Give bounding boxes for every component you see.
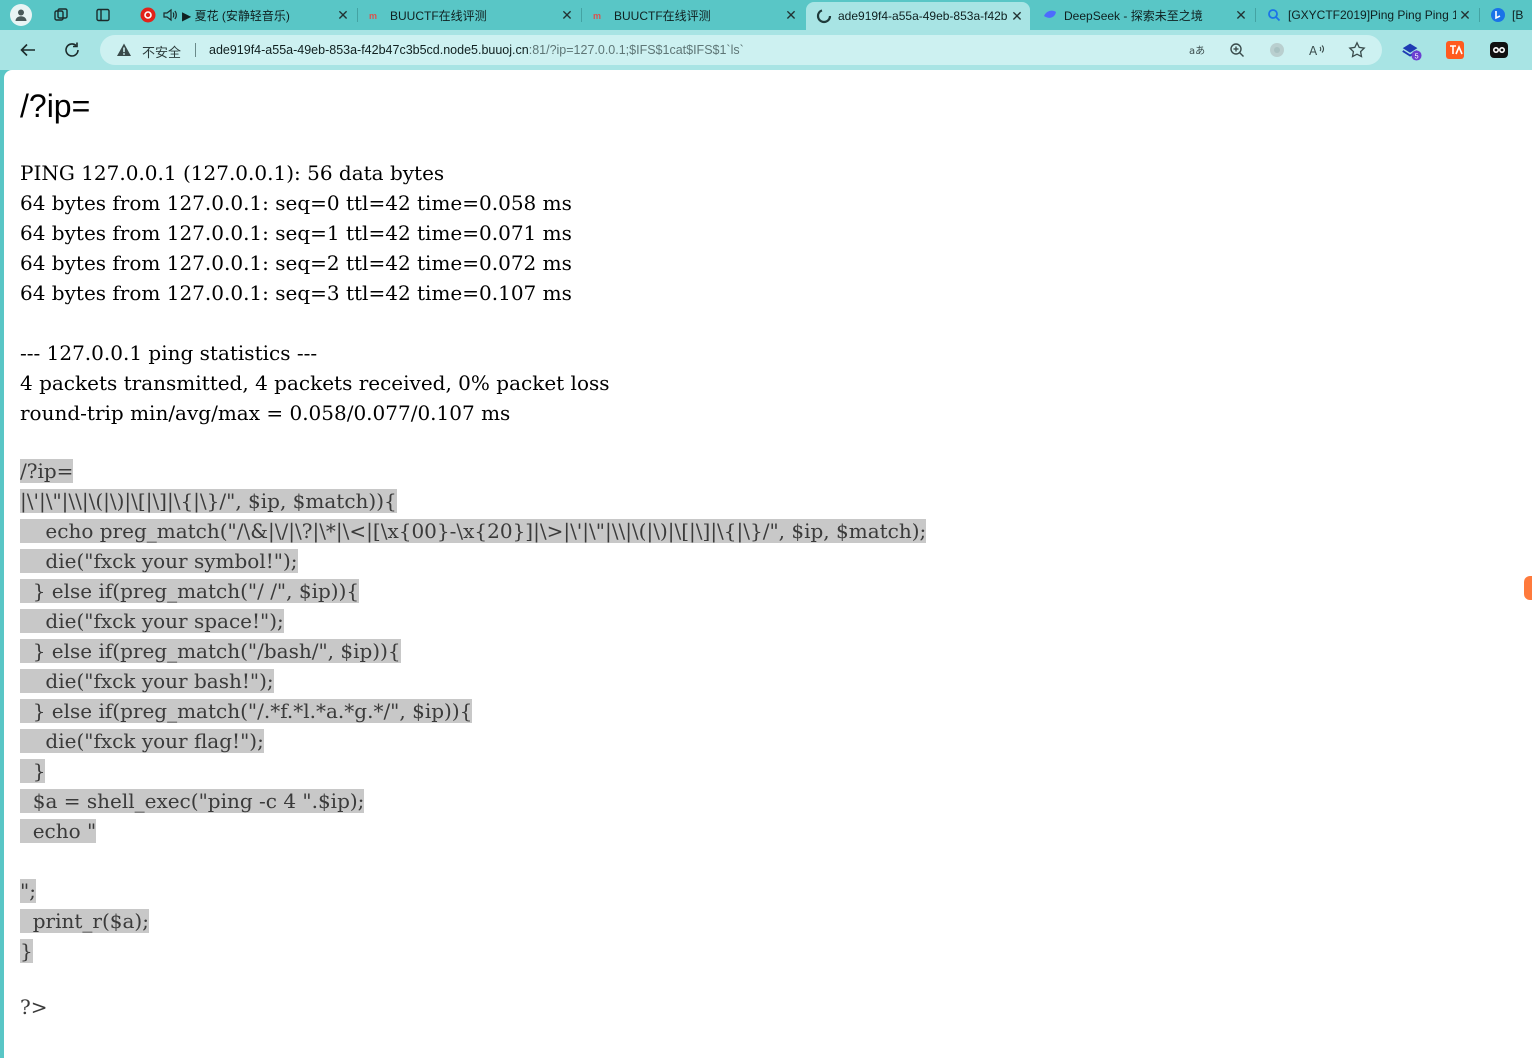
- search-icon: [1266, 7, 1282, 23]
- close-tab-icon[interactable]: ✕: [1008, 8, 1026, 25]
- translator-extension-button[interactable]: [1444, 39, 1466, 61]
- code-line: }: [20, 939, 33, 963]
- php-source-selection[interactable]: /?ip= |\'|\"|\\|\(|\)|\[|\]|\{|\}/", $ip…: [20, 456, 927, 966]
- ping-line: 64 bytes from 127.0.0.1: seq=3 ttl=42 ti…: [20, 281, 572, 305]
- close-tab-icon[interactable]: ✕: [1456, 7, 1474, 24]
- ping-line: 64 bytes from 127.0.0.1: seq=1 ttl=42 ti…: [20, 221, 572, 245]
- tab-buuctf-2[interactable]: m BUUCTF在线评测 ✕: [582, 2, 804, 28]
- buuctf-icon: m: [368, 7, 384, 23]
- tab-label: DeepSeek - 探索未至之境: [1064, 8, 1203, 23]
- reload-button[interactable]: [60, 38, 84, 62]
- close-tab-icon[interactable]: ✕: [1232, 7, 1250, 24]
- workspaces-button[interactable]: [50, 4, 72, 26]
- code-line: /?ip=: [20, 459, 74, 483]
- read-aloud-icon[interactable]: A: [1308, 41, 1326, 59]
- code-line: $a = shell_exec("ping -c 4 ".$ip);: [20, 789, 365, 813]
- code-line: print_r($a);: [20, 909, 149, 933]
- page-viewport: /?ip= PING 127.0.0.1 (127.0.0.1): 56 dat…: [4, 70, 1532, 1058]
- translate-icon[interactable]: aあ: [1188, 41, 1206, 59]
- close-tab-icon[interactable]: ✕: [334, 7, 352, 24]
- ping-output: PING 127.0.0.1 (127.0.0.1): 56 data byte…: [20, 158, 610, 428]
- favorite-star-icon[interactable]: [1348, 41, 1366, 59]
- warning-icon[interactable]: [116, 42, 132, 58]
- code-line: |\'|\"|\\|\(|\)|\[|\]|\{|\}/", $ip, $mat…: [20, 489, 397, 513]
- translator-extension-icon: [1446, 41, 1464, 59]
- edge-loading-icon: [816, 8, 832, 24]
- ping-line: PING 127.0.0.1 (127.0.0.1): 56 data byte…: [20, 161, 445, 185]
- tab-buuctf-1[interactable]: m BUUCTF在线评测 ✕: [358, 2, 580, 28]
- extension-stack-button[interactable]: 5: [1400, 39, 1422, 61]
- url-text[interactable]: ade919f4-a55a-49eb-853a-f42b47c3b5cd.nod…: [209, 43, 744, 57]
- deepseek-icon: [1042, 7, 1058, 23]
- tab-strip: ▶ 夏花 (安静轻音乐) ✕ m BUUCTF在线评测 ✕ m BUUCTF在线…: [0, 0, 1532, 30]
- ping-line: 4 packets transmitted, 4 packets receive…: [20, 371, 610, 395]
- code-line: die("fxck your flag!");: [20, 729, 264, 753]
- tab-active-challenge[interactable]: ade919f4-a55a-49eb-853a-f42b ✕: [806, 2, 1030, 30]
- back-button[interactable]: [16, 38, 40, 62]
- extension-badge-count: 5: [1414, 51, 1418, 60]
- code-line: } else if(preg_match("/bash/", $ip)){: [20, 639, 401, 663]
- vertical-tabs-icon: [96, 8, 110, 22]
- tab-label: [B: [1512, 8, 1524, 22]
- code-line: echo preg_match("/\&|\/|\?|\*|\<|[\x{00}…: [20, 519, 927, 543]
- tab-label: BUUCTF在线评测: [614, 8, 711, 23]
- tab-deepseek[interactable]: DeepSeek - 探索未至之境 ✕: [1032, 2, 1254, 28]
- code-line: } else if(preg_match("/ /", $ip)){: [20, 579, 360, 603]
- speaker-icon[interactable]: [162, 7, 178, 23]
- ping-line: --- 127.0.0.1 ping statistics ---: [20, 341, 318, 365]
- sunglasses-extension-icon: [1490, 42, 1508, 58]
- tab-label: ▶ 夏花 (安静轻音乐): [182, 8, 290, 23]
- close-tab-icon[interactable]: ✕: [558, 7, 576, 24]
- tab-label: [GXYCTF2019]Ping Ping Ping 1: [1288, 8, 1456, 22]
- tab-bing[interactable]: [B: [1480, 2, 1532, 28]
- code-line: die("fxck your bash!");: [20, 669, 274, 693]
- sidebar-toggle-handle[interactable]: [1524, 576, 1532, 600]
- url-path: :81/?ip=127.0.0.1;$IFS$1cat$IFS$1`ls`: [528, 43, 744, 57]
- close-tab-icon[interactable]: ✕: [782, 7, 800, 24]
- address-bar[interactable]: 不安全 ade919f4-a55a-49eb-853a-f42b47c3b5cd…: [100, 35, 1382, 65]
- ping-line: round-trip min/avg/max = 0.058/0.077/0.1…: [20, 401, 511, 425]
- code-line: } else if(preg_match("/.*f.*l.*a.*g.*/",…: [20, 699, 473, 723]
- tab-label: BUUCTF在线评测: [390, 8, 487, 23]
- profile-avatar[interactable]: [10, 4, 32, 26]
- php-close-tag: ?>: [20, 995, 48, 1019]
- code-line: die("fxck your symbol!");: [20, 549, 298, 573]
- workspaces-icon: [54, 8, 68, 21]
- tab-music[interactable]: ▶ 夏花 (安静轻音乐) ✕: [130, 2, 356, 28]
- ping-line: 64 bytes from 127.0.0.1: seq=2 ttl=42 ti…: [20, 251, 572, 275]
- code-line: echo ": [20, 819, 97, 843]
- code-line: }: [20, 759, 46, 783]
- security-status-label[interactable]: 不安全: [142, 42, 181, 61]
- arrow-left-icon: [20, 43, 35, 57]
- extension-disabled-icon[interactable]: [1268, 41, 1286, 59]
- ping-line: 64 bytes from 127.0.0.1: seq=0 ttl=42 ti…: [20, 191, 572, 215]
- svg-text:aあ: aあ: [1189, 45, 1205, 57]
- svg-text:m: m: [593, 11, 601, 21]
- netease-music-icon: [140, 7, 156, 23]
- page-heading: /?ip=: [20, 88, 91, 124]
- address-divider: [195, 43, 196, 57]
- svg-text:A: A: [1309, 44, 1318, 58]
- browser-toolbar: 不安全 ade919f4-a55a-49eb-853a-f42b47c3b5cd…: [0, 30, 1532, 70]
- code-line: die("fxck your space!");: [20, 609, 284, 633]
- user-icon: [15, 9, 27, 21]
- code-line: ";: [20, 879, 36, 903]
- sunglasses-extension-button[interactable]: [1488, 39, 1510, 61]
- svg-text:m: m: [369, 11, 377, 21]
- tab-label: ade919f4-a55a-49eb-853a-f42b: [838, 9, 1008, 23]
- extension-stack-icon: 5: [1402, 43, 1422, 61]
- bing-icon: [1490, 7, 1506, 23]
- reload-icon: [65, 42, 79, 57]
- zoom-icon[interactable]: [1228, 41, 1246, 59]
- url-host: ade919f4-a55a-49eb-853a-f42b47c3b5cd.nod…: [209, 43, 529, 57]
- tab-search-ping[interactable]: [GXYCTF2019]Ping Ping Ping 1 ✕: [1256, 2, 1478, 28]
- buuctf-icon: m: [592, 7, 608, 23]
- tab-actions-button[interactable]: [92, 4, 114, 26]
